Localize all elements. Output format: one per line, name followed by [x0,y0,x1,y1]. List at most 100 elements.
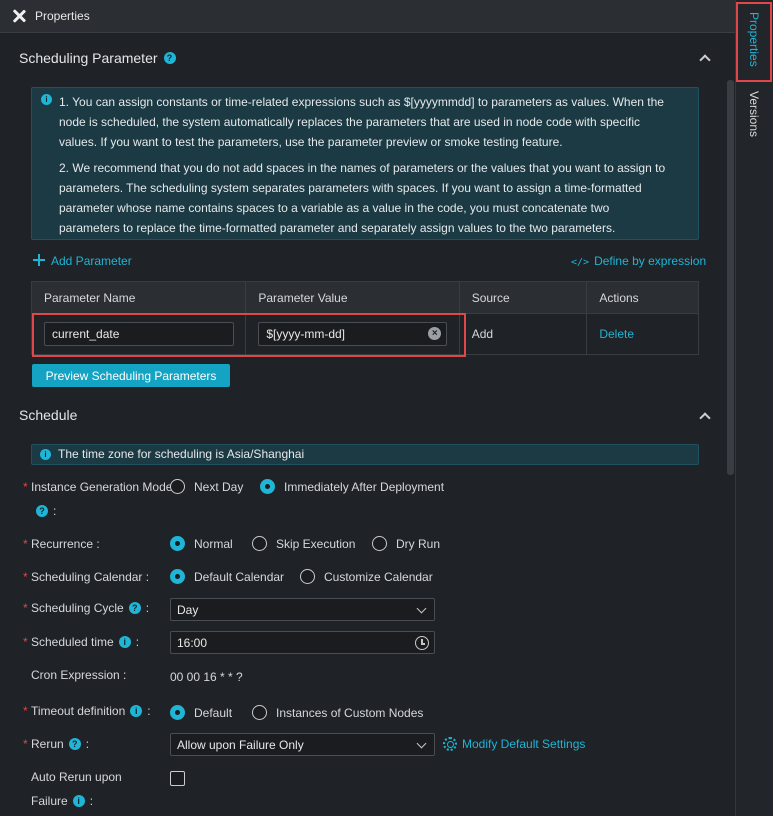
label-text: Failure [31,794,68,808]
help-icon[interactable]: ? [68,738,81,750]
label-text: Scheduled time [31,635,114,649]
rerun-select[interactable]: Allow upon Failure Only [170,733,435,756]
radio-normal[interactable]: Normal [170,536,233,551]
radio-customize-calendar[interactable]: Customize Calendar [300,569,433,584]
scheduled-time-picker[interactable]: 16:00 [170,631,435,654]
add-parameter-label: Add Parameter [51,254,132,268]
actions-cell: Delete [587,314,698,354]
select-value: Day [177,602,199,617]
radio-circle [170,569,185,584]
instance-generation-label: Instance Generation Mode [31,480,173,494]
code-icon: </> [571,257,590,268]
table-header: Parameter Name Parameter Value Source Ac… [32,282,698,314]
radio-dry-run[interactable]: Dry Run [372,536,440,551]
label-text: Scheduling Cycle [31,601,124,615]
help-icon[interactable]: ? [36,505,48,517]
info-icon[interactable]: i [130,705,143,717]
label-text: Rerun [31,737,64,751]
timezone-notice: i The time zone for scheduling is Asia/S… [31,444,699,465]
modify-settings-label: Modify Default Settings [462,737,586,751]
auto-rerun-checkbox[interactable] [170,771,185,786]
parameter-value-input[interactable]: $[yyyy-mm-dd] [258,322,448,346]
section-title-text: Scheduling Parameter [19,50,158,66]
required-asterisk: * [23,570,28,584]
auto-rerun-label-line2: Failure i : [31,794,93,808]
label-colon: : [89,794,94,808]
help-icon[interactable]: ? [128,602,141,614]
recurrence-label: Recurrence : [31,537,100,551]
collapse-chevron-up-icon[interactable] [699,54,711,66]
tab-properties[interactable]: Properties [747,12,761,67]
radio-default-calendar[interactable]: Default Calendar [170,569,284,584]
parameter-name-input[interactable]: current_date [44,322,234,346]
param-value-wrap: $[yyyy-mm-dd] × [258,322,448,346]
define-by-expression-link[interactable]: </> Define by expression [571,254,706,268]
radio-label: Dry Run [396,536,441,551]
param-value-cell: $[yyyy-mm-dd] × [246,314,460,354]
scrollbar[interactable] [727,80,734,475]
radio-immediately-after-deployment[interactable]: Immediately After Deployment [260,479,444,494]
radio-circle [170,536,185,551]
label-colon: : [85,737,90,751]
delete-parameter-link[interactable]: Delete [599,327,634,341]
panel-header: Properties [0,0,735,33]
label-colon: : [147,704,151,718]
column-header: Source [460,282,588,313]
radio-circle [260,479,275,494]
auto-rerun-label: Auto Rerun upon [31,770,122,784]
radio-label: Customize Calendar [324,569,433,584]
radio-circle [252,705,267,720]
info-icon[interactable]: i [118,636,131,648]
gear-icon [443,737,457,751]
radio-label: Instances of Custom Nodes [276,705,424,720]
scheduling-calendar-label: Scheduling Calendar : [31,570,150,584]
radio-label: Immediately After Deployment [284,479,445,494]
info-notice: i 1. You can assign constants or time-re… [31,87,699,240]
close-icon[interactable] [12,9,26,23]
clock-icon [415,636,429,650]
modify-default-settings-link[interactable]: Modify Default Settings [443,737,585,751]
define-by-expression-label: Define by expression [594,254,707,268]
info-icon[interactable]: i [72,795,85,807]
rerun-label: Rerun ? : [31,737,89,751]
source-cell: Add [460,314,588,354]
radio-label: Default Calendar [194,569,285,584]
radio-label: Next Day [194,479,244,494]
label-text: Timeout definition [31,704,126,718]
label-colon: : [53,504,57,518]
scheduling-cycle-label: Scheduling Cycle ? : [31,601,149,615]
collapse-chevron-up-icon[interactable] [699,412,711,424]
radio-skip-execution[interactable]: Skip Execution [252,536,355,551]
radio-timeout-default[interactable]: Default [170,705,232,720]
radio-circle [252,536,267,551]
column-header: Actions [599,290,639,305]
properties-content: Scheduling Parameter ? i 1. You can assi… [0,34,735,816]
required-asterisk: * [23,704,28,718]
parameter-table: Parameter Name Parameter Value Source Ac… [31,281,699,355]
info-icon: i [40,449,51,460]
help-icon[interactable]: ? [163,52,176,64]
scheduled-time-label: Scheduled time i : [31,635,139,649]
notice-paragraph-1: 1. You can assign constants or time-rela… [59,95,664,149]
timezone-text: The time zone for scheduling is Asia/Sha… [58,447,305,461]
panel-title: Properties [35,9,90,23]
radio-label: Skip Execution [276,536,356,551]
section-title-scheduling-parameter: Scheduling Parameter ? [19,50,176,66]
radio-circle [170,705,185,720]
radio-instances-custom-nodes[interactable]: Instances of Custom Nodes [252,705,423,720]
radio-next-day[interactable]: Next Day [170,479,243,494]
radio-circle [372,536,387,551]
label-colon: : [135,635,140,649]
column-header: Parameter Name [32,282,247,313]
column-header: Parameter Value [246,282,460,313]
notice-paragraph-2: 2. We recommend that you do not add spac… [59,161,666,235]
side-tab-bar: Properties Versions [735,0,773,816]
scheduling-cycle-select[interactable]: Day [170,598,435,621]
tab-versions[interactable]: Versions [747,91,761,137]
cron-expression-label: Cron Expression : [31,668,127,682]
add-parameter-button[interactable]: Add Parameter [33,254,132,268]
chevron-down-icon [416,603,427,614]
preview-scheduling-parameters-button[interactable]: Preview Scheduling Parameters [32,364,230,387]
radio-circle [170,479,185,494]
instance-generation-help: ? : [36,504,56,518]
